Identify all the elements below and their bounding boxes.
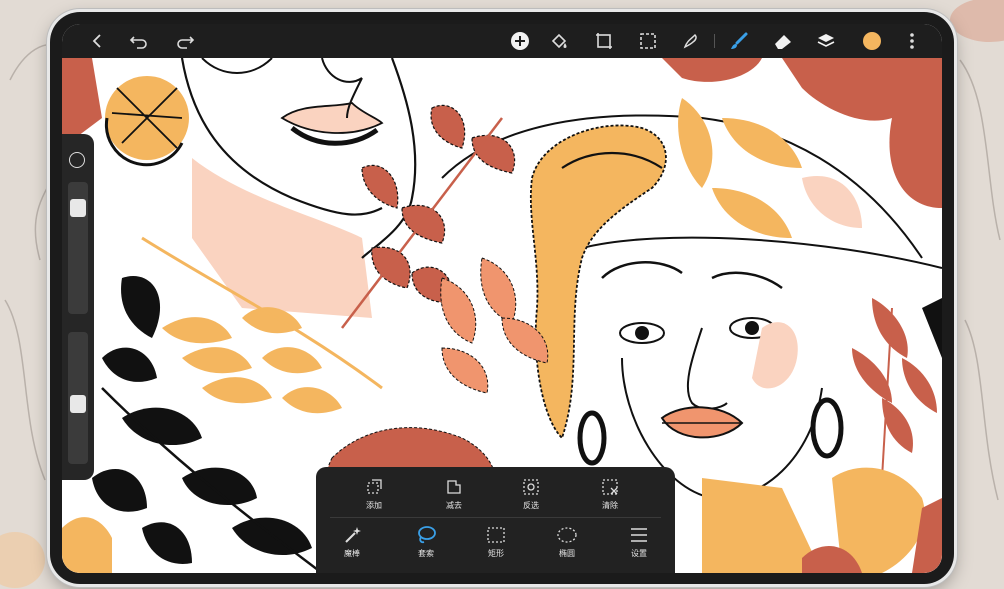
selection-icon [640,33,656,49]
settings-label: 设置 [631,549,647,558]
rectangle-button[interactable]: 矩形 [486,525,506,559]
transform-button[interactable] [591,28,617,54]
layers-icon [817,34,835,47]
color-button[interactable] [859,28,885,54]
smudge-button[interactable] [678,28,704,54]
ellipse-icon [557,527,577,543]
add-selection-label: 添加 [366,501,382,510]
eraser-icon [775,35,791,49]
undo-button[interactable] [126,28,152,54]
lasso-button[interactable]: 套索 [415,525,437,559]
back-button[interactable] [84,28,110,54]
ellipse-button[interactable]: 椭圆 [556,525,578,559]
more-icon [910,33,914,49]
brush-icon [731,32,748,49]
clear-selection-label: 清除 [602,501,618,510]
transform-icon [596,33,612,49]
invert-selection-icon [523,479,539,495]
brush-size-slider[interactable] [68,182,88,314]
lasso-icon [418,526,436,544]
paint-bucket-button[interactable] [546,28,572,54]
clear-selection-button[interactable]: 清除 [600,477,620,511]
brush-size-thumb[interactable] [70,199,86,217]
invert-selection-label: 反选 [523,501,539,510]
settings-button[interactable]: 设置 [629,525,649,559]
toolbar-divider [714,34,715,48]
panel-divider [330,517,661,518]
color-swatch [863,32,881,50]
smudge-icon [683,33,697,49]
selection-panel: 添加 减去 反选 清除 魔棒 套索 矩形 椭圆 设置 [316,467,675,573]
undo-icon [129,36,147,49]
more-button[interactable] [899,28,925,54]
brush-button[interactable] [726,28,752,54]
add-selection-button[interactable]: 添加 [364,477,384,511]
eraser-button[interactable] [770,28,796,54]
layers-button[interactable] [813,28,839,54]
invert-selection-button[interactable]: 反选 [521,477,541,511]
add-selection-icon [367,479,382,494]
opacity-thumb[interactable] [70,395,86,413]
ellipse-label: 椭圆 [559,549,575,558]
modify-button[interactable] [69,152,85,168]
opacity-slider[interactable] [68,332,88,464]
brush-sidebar [62,134,94,480]
selection-button[interactable] [635,28,661,54]
lasso-label: 套索 [418,549,434,558]
subtract-selection-icon [447,480,461,494]
subtract-selection-label: 减去 [446,501,462,510]
add-button[interactable] [507,28,533,54]
back-icon [92,34,101,48]
rectangle-label: 矩形 [488,549,504,558]
redo-icon [177,36,195,49]
magic-wand-label: 魔棒 [344,549,360,558]
settings-icon [631,528,647,542]
paint-bucket-icon [551,33,567,49]
clear-selection-icon [602,479,618,495]
subtract-selection-button[interactable]: 减去 [444,477,464,511]
top-toolbar [62,24,942,58]
magic-wand-button[interactable]: 魔棒 [342,525,362,559]
redo-button[interactable] [172,28,198,54]
add-icon [511,32,529,50]
magic-wand-icon [345,527,361,543]
rectangle-icon [487,527,505,543]
